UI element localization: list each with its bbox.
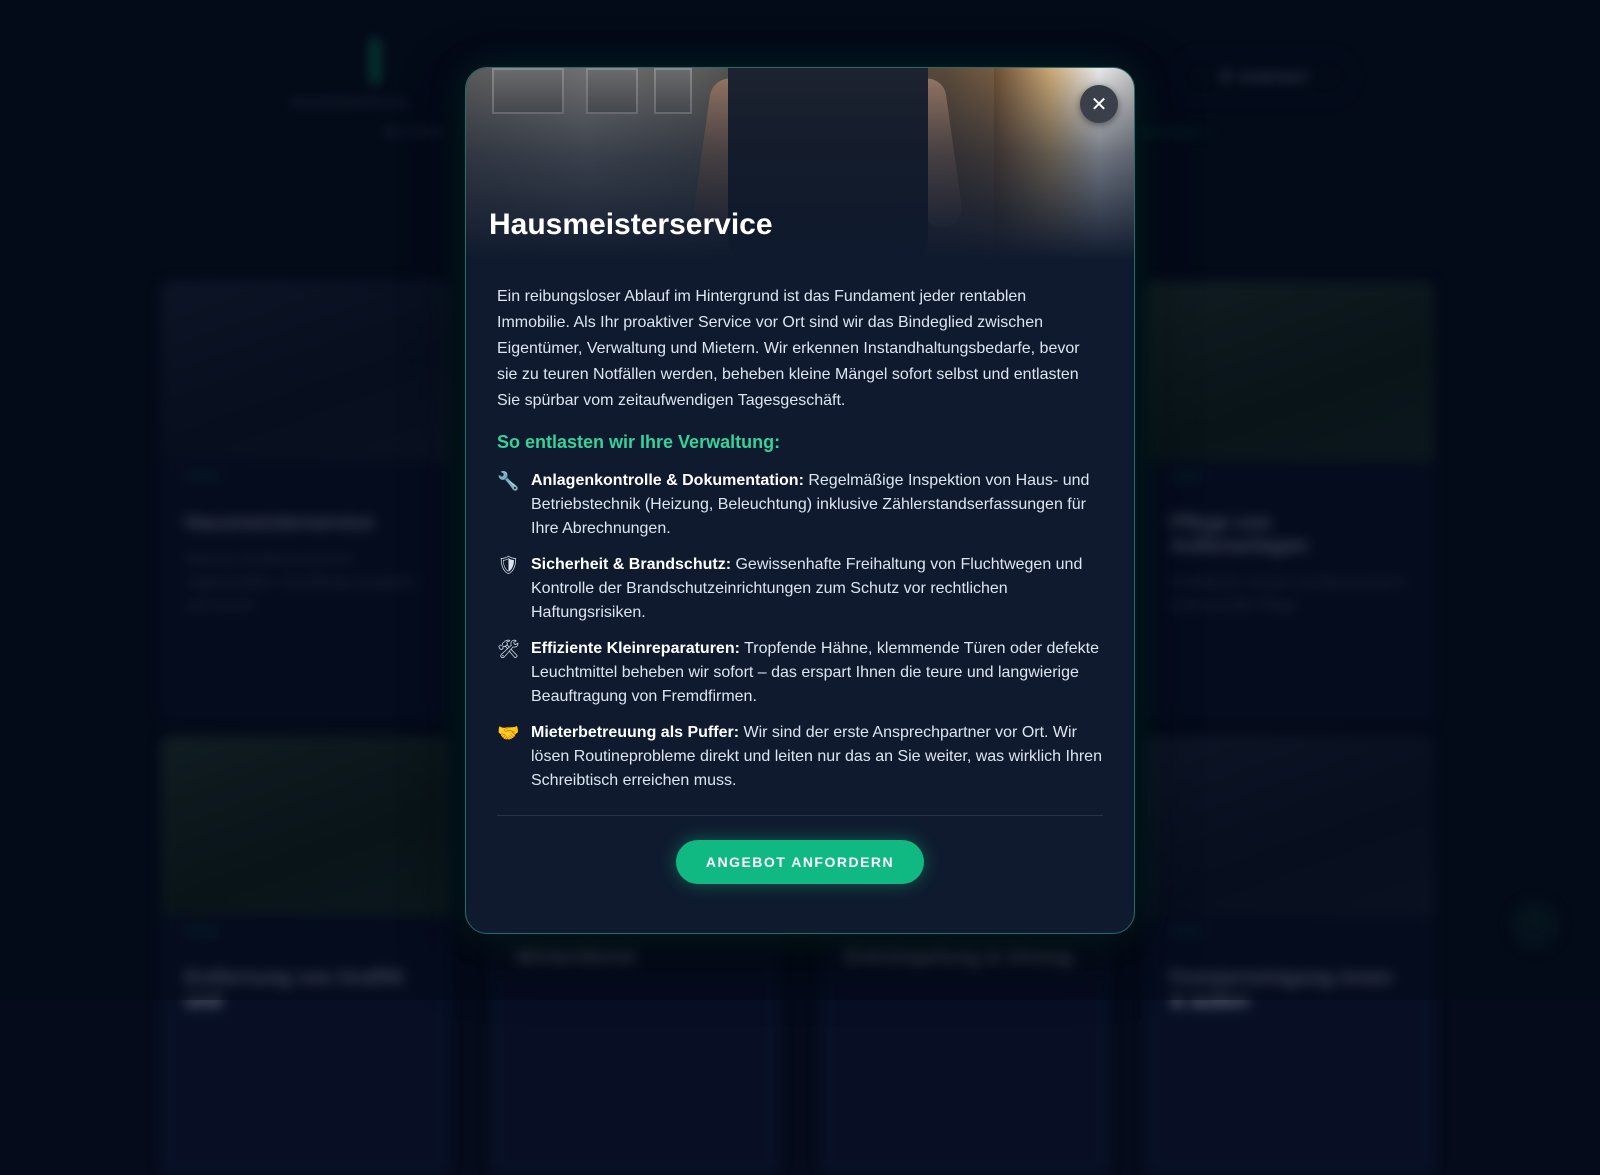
tools-icon: 🛠 [497, 637, 519, 709]
shield-icon: 🛡 [497, 553, 519, 625]
modal-body: Ein reibungsloser Ablauf im Hintergrund … [466, 260, 1134, 884]
close-button[interactable]: ✕ [1080, 85, 1118, 123]
feature-text: Effiziente Kleinreparaturen: Tropfende H… [531, 637, 1103, 709]
feature-text: Anlagenkontrolle & Dokumentation: Regelm… [531, 469, 1103, 541]
feature-title: Sicherheit & Brandschutz: [531, 556, 731, 573]
feature-title: Anlagenkontrolle & Dokumentation: [531, 472, 804, 489]
modal-title: Hausmeisterservice [489, 208, 773, 242]
feature-text: Sicherheit & Brandschutz: Gewissenhafte … [531, 553, 1103, 625]
feature-title: Mieterbetreuung als Puffer: [531, 724, 739, 741]
feature-item: 🤝 Mieterbetreuung als Puffer: Wir sind d… [497, 721, 1103, 793]
handshake-icon: 🤝 [497, 721, 519, 793]
intro-text: Ein reibungsloser Ablauf im Hintergrund … [497, 284, 1103, 414]
request-quote-button[interactable]: ANGEBOT ANFORDERN [676, 840, 924, 884]
feature-title: Effiziente Kleinreparaturen: [531, 640, 740, 657]
feature-item: 🛠 Effiziente Kleinreparaturen: Tropfende… [497, 637, 1103, 709]
divider [497, 815, 1103, 816]
service-modal: Hausmeisterservice ✕ Ein reibungsloser A… [465, 67, 1135, 934]
wrench-icon: 🔧 [497, 469, 519, 541]
sub-heading: So entlasten wir Ihre Verwaltung: [497, 432, 1103, 453]
feature-item: 🛡 Sicherheit & Brandschutz: Gewissenhaft… [497, 553, 1103, 625]
feature-item: 🔧 Anlagenkontrolle & Dokumentation: Rege… [497, 469, 1103, 541]
feature-list: 🔧 Anlagenkontrolle & Dokumentation: Rege… [497, 469, 1103, 793]
feature-text: Mieterbetreuung als Puffer: Wir sind der… [531, 721, 1103, 793]
modal-hero-image: Hausmeisterservice [466, 68, 1134, 260]
close-icon: ✕ [1091, 92, 1108, 117]
